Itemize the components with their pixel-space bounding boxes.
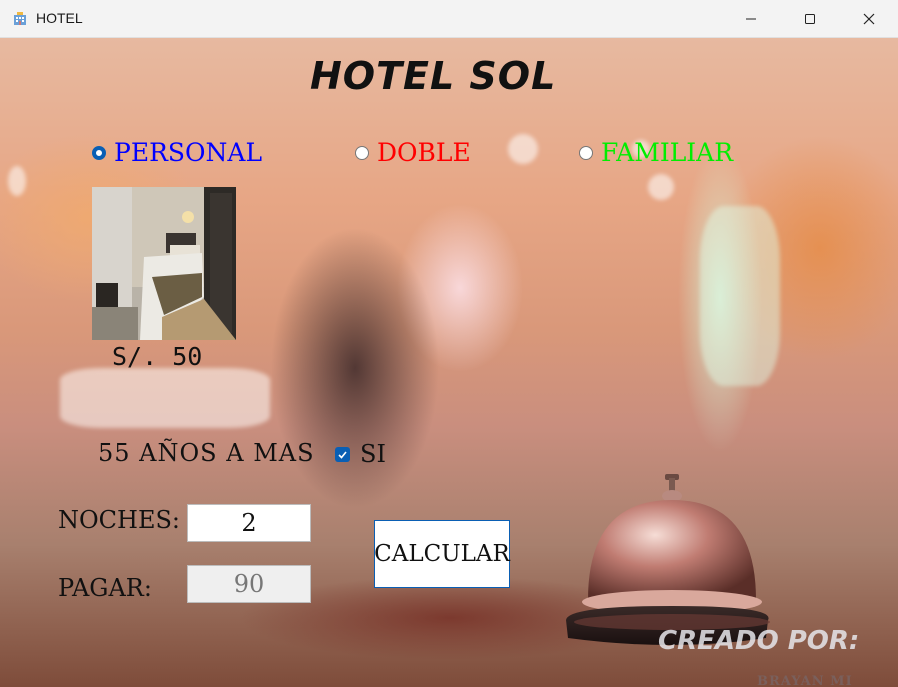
radio-unchecked-icon bbox=[355, 145, 369, 160]
radio-checked-icon bbox=[92, 145, 106, 160]
calculate-button[interactable]: CALCULAR bbox=[374, 520, 510, 588]
hotel-form: HOTEL SOL PERSONAL DOBLE FAMILIAR S/. 50… bbox=[0, 38, 898, 687]
window-title: HOTEL bbox=[36, 10, 83, 26]
radio-unchecked-icon bbox=[579, 145, 593, 160]
radio-label-personal: PERSONAL bbox=[114, 138, 263, 167]
background-light bbox=[700, 206, 780, 386]
radio-personal[interactable]: PERSONAL bbox=[92, 138, 262, 167]
radio-familiar[interactable]: FAMILIAR bbox=[579, 138, 733, 167]
close-button[interactable] bbox=[840, 0, 898, 37]
credit-label: CREADO POR: bbox=[658, 626, 860, 656]
maximize-button[interactable] bbox=[781, 0, 839, 37]
hotel-building-icon bbox=[14, 12, 26, 25]
checkmark-icon bbox=[338, 451, 347, 459]
minimize-button[interactable] bbox=[722, 0, 780, 37]
radio-label-familiar: FAMILIAR bbox=[601, 138, 734, 167]
background-light bbox=[508, 134, 538, 164]
pay-label: PAGAR: bbox=[58, 574, 152, 602]
credit-name: BRAYAN MI bbox=[757, 674, 853, 687]
background-light bbox=[8, 166, 26, 196]
title-bar: HOTEL bbox=[0, 0, 898, 38]
close-icon bbox=[863, 13, 875, 24]
background-light bbox=[648, 174, 674, 200]
hotel-room-photo-icon bbox=[92, 187, 236, 340]
room-photo bbox=[92, 187, 236, 340]
app-window: HOTEL HOTEL SOL PERSONAL DOBLE FAMILIAR bbox=[0, 0, 898, 687]
page-title: HOTEL SOL bbox=[310, 54, 557, 98]
maximize-icon bbox=[805, 13, 815, 24]
radio-doble[interactable]: DOBLE bbox=[355, 138, 471, 167]
senior-label: 55 AÑOS A MAS bbox=[98, 439, 315, 467]
background-light bbox=[60, 368, 270, 428]
senior-checkbox[interactable] bbox=[335, 447, 350, 462]
radio-label-doble: DOBLE bbox=[377, 138, 471, 167]
room-price: S/. 50 bbox=[112, 342, 203, 371]
senior-checkbox-label: SI bbox=[360, 440, 386, 468]
minimize-icon bbox=[746, 18, 756, 19]
pay-output: 90 bbox=[187, 565, 311, 603]
nights-input[interactable]: 2 bbox=[187, 504, 311, 542]
nights-label: NOCHES: bbox=[58, 506, 181, 534]
